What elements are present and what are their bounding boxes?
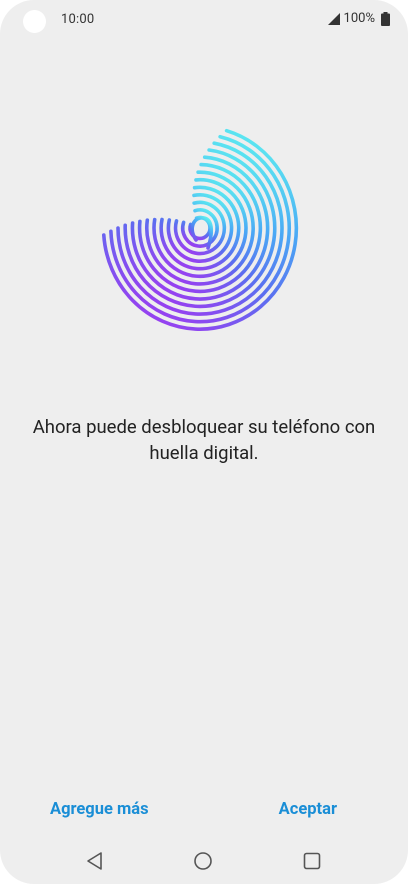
add-more-button[interactable]: Agregue más xyxy=(50,800,149,819)
battery-icon xyxy=(381,11,390,26)
recents-button[interactable] xyxy=(301,850,323,872)
navigation-bar xyxy=(0,838,408,884)
status-bar: 10:00 100% xyxy=(0,0,408,40)
phone-screen: 10:00 100% Ahora puede desbloquear su te… xyxy=(0,0,408,884)
fingerprint-illustration xyxy=(100,108,308,340)
fingerprint-ridge xyxy=(159,185,241,271)
accept-button[interactable]: Aceptar xyxy=(279,800,337,819)
camera-cutout xyxy=(23,10,46,33)
home-button[interactable] xyxy=(192,850,214,872)
back-button[interactable] xyxy=(84,850,106,872)
fingerprint-icon xyxy=(102,128,299,331)
success-message: Ahora puede desbloquear su teléfono con … xyxy=(32,416,376,464)
status-indicators: 100% xyxy=(327,11,390,26)
fingerprint-ridge xyxy=(116,141,284,316)
recents-icon xyxy=(303,852,321,870)
fingerprint-ridge xyxy=(137,162,263,294)
battery-percentage: 100% xyxy=(343,11,375,26)
status-time: 10:00 xyxy=(61,12,95,27)
signal-icon xyxy=(327,12,340,25)
home-icon xyxy=(194,852,212,870)
fingerprint-ridge xyxy=(166,193,234,263)
back-icon xyxy=(87,852,102,870)
